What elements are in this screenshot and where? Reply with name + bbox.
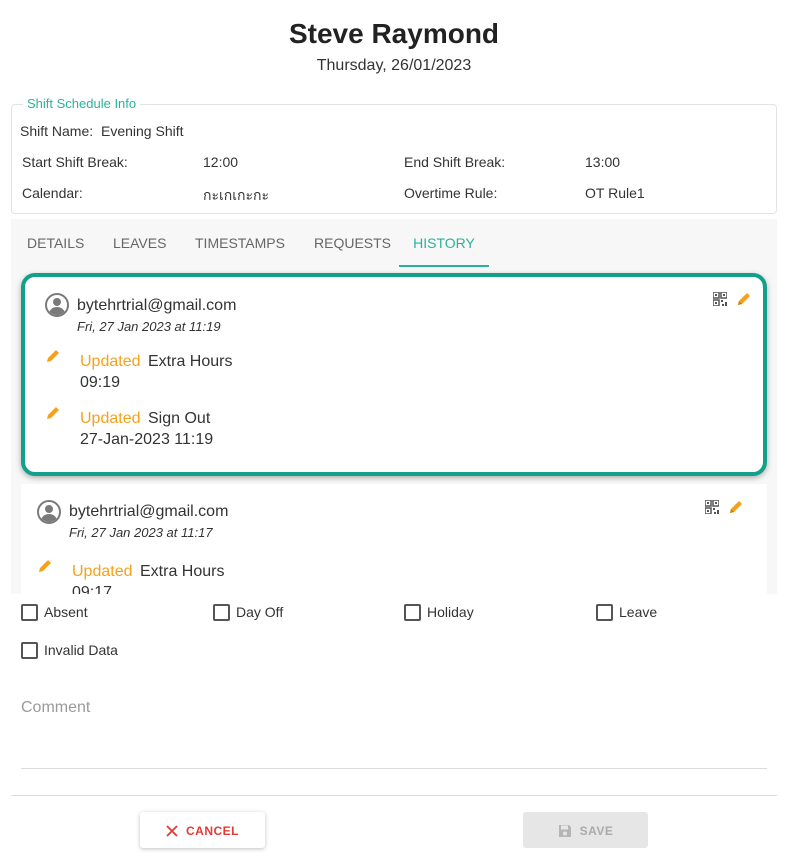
overtime-rule-value: OT Rule1 — [585, 185, 645, 201]
shift-date: Thursday, 26/01/2023 — [316, 57, 472, 74]
pencil-icon — [39, 560, 51, 572]
absent-label: Absent — [44, 604, 88, 620]
leave-checkbox[interactable] — [596, 604, 613, 621]
change-field: Extra Hours — [148, 353, 233, 370]
change-action: Updated — [80, 353, 141, 370]
change-value: 09:19 — [80, 374, 121, 391]
change-action: Updated — [72, 563, 133, 580]
start-break-value: 12:00 — [203, 154, 239, 170]
person-icon — [45, 293, 69, 317]
pencil-icon — [47, 350, 59, 362]
shift-name-value: Evening Shift — [101, 123, 184, 139]
qr-code-icon[interactable] — [705, 500, 719, 514]
save-button[interactable]: SAVE — [523, 812, 648, 848]
history-user: bytehrtrial@gmail.com — [69, 503, 229, 520]
cancel-button-label: CANCEL — [186, 823, 239, 838]
shift-name-label: Shift Name: — [20, 123, 94, 139]
change-field: Extra Hours — [140, 563, 225, 580]
day-off-checkbox[interactable] — [213, 604, 230, 621]
shift-schedule-legend: Shift Schedule Info — [23, 96, 141, 111]
qr-code-icon[interactable] — [713, 292, 727, 306]
invalid-data-checkbox[interactable] — [21, 642, 38, 659]
tab-leaves[interactable]: LEAVES — [113, 219, 166, 267]
floppy-disk-icon — [558, 824, 571, 837]
end-break-value: 13:00 — [585, 154, 621, 170]
pencil-icon — [47, 407, 59, 419]
comment-underline — [21, 768, 767, 769]
person-icon — [37, 500, 61, 524]
tab-bar: DETAILS LEAVES TIMESTAMPS REQUESTS HISTO… — [11, 219, 777, 269]
cancel-button[interactable]: CANCEL — [140, 812, 265, 848]
pencil-icon[interactable] — [736, 291, 752, 307]
invalid-data-label: Invalid Data — [44, 642, 118, 658]
holiday-checkbox[interactable] — [404, 604, 421, 621]
tab-details[interactable]: DETAILS — [27, 219, 84, 267]
leave-label: Leave — [619, 604, 658, 620]
history-card: bytehrtrial@gmail.com Fri, 27 Jan 2023 a… — [21, 273, 767, 476]
day-off-label: Day Off — [236, 604, 284, 620]
change-field: Sign Out — [148, 410, 211, 427]
calendar-value: กะเกเกะกะ — [203, 187, 270, 203]
tab-history[interactable]: HISTORY — [399, 219, 489, 267]
save-button-label: SAVE — [579, 823, 614, 838]
pencil-icon[interactable] — [728, 499, 744, 515]
tab-requests[interactable]: REQUESTS — [314, 219, 391, 267]
change-value: 27-Jan-2023 11:19 — [80, 431, 214, 448]
history-user: bytehrtrial@gmail.com — [77, 297, 237, 314]
calendar-label: Calendar: — [22, 185, 83, 201]
history-card: bytehrtrial@gmail.com Fri, 27 Jan 2023 a… — [21, 484, 767, 594]
history-timestamp: Fri, 27 Jan 2023 at 11:19 — [77, 319, 221, 334]
change-action: Updated — [80, 410, 141, 427]
start-break-label: Start Shift Break: — [22, 154, 128, 170]
end-break-label: End Shift Break: — [404, 154, 506, 170]
tab-timestamps[interactable]: TIMESTAMPS — [195, 219, 285, 267]
absent-checkbox[interactable] — [21, 604, 38, 621]
close-icon — [166, 825, 178, 837]
holiday-label: Holiday — [427, 604, 474, 620]
overtime-rule-label: Overtime Rule: — [404, 185, 498, 201]
history-timestamp: Fri, 27 Jan 2023 at 11:17 — [69, 525, 213, 540]
comment-field[interactable]: Comment — [21, 699, 90, 717]
footer-divider — [11, 795, 777, 796]
shift-schedule-info: Shift Schedule Info Shift Name: Evening … — [11, 96, 777, 214]
employee-name: Steve Raymond — [288, 18, 500, 49]
change-value: 09:17 — [72, 584, 113, 594]
history-list[interactable]: bytehrtrial@gmail.com Fri, 27 Jan 2023 a… — [11, 269, 777, 594]
